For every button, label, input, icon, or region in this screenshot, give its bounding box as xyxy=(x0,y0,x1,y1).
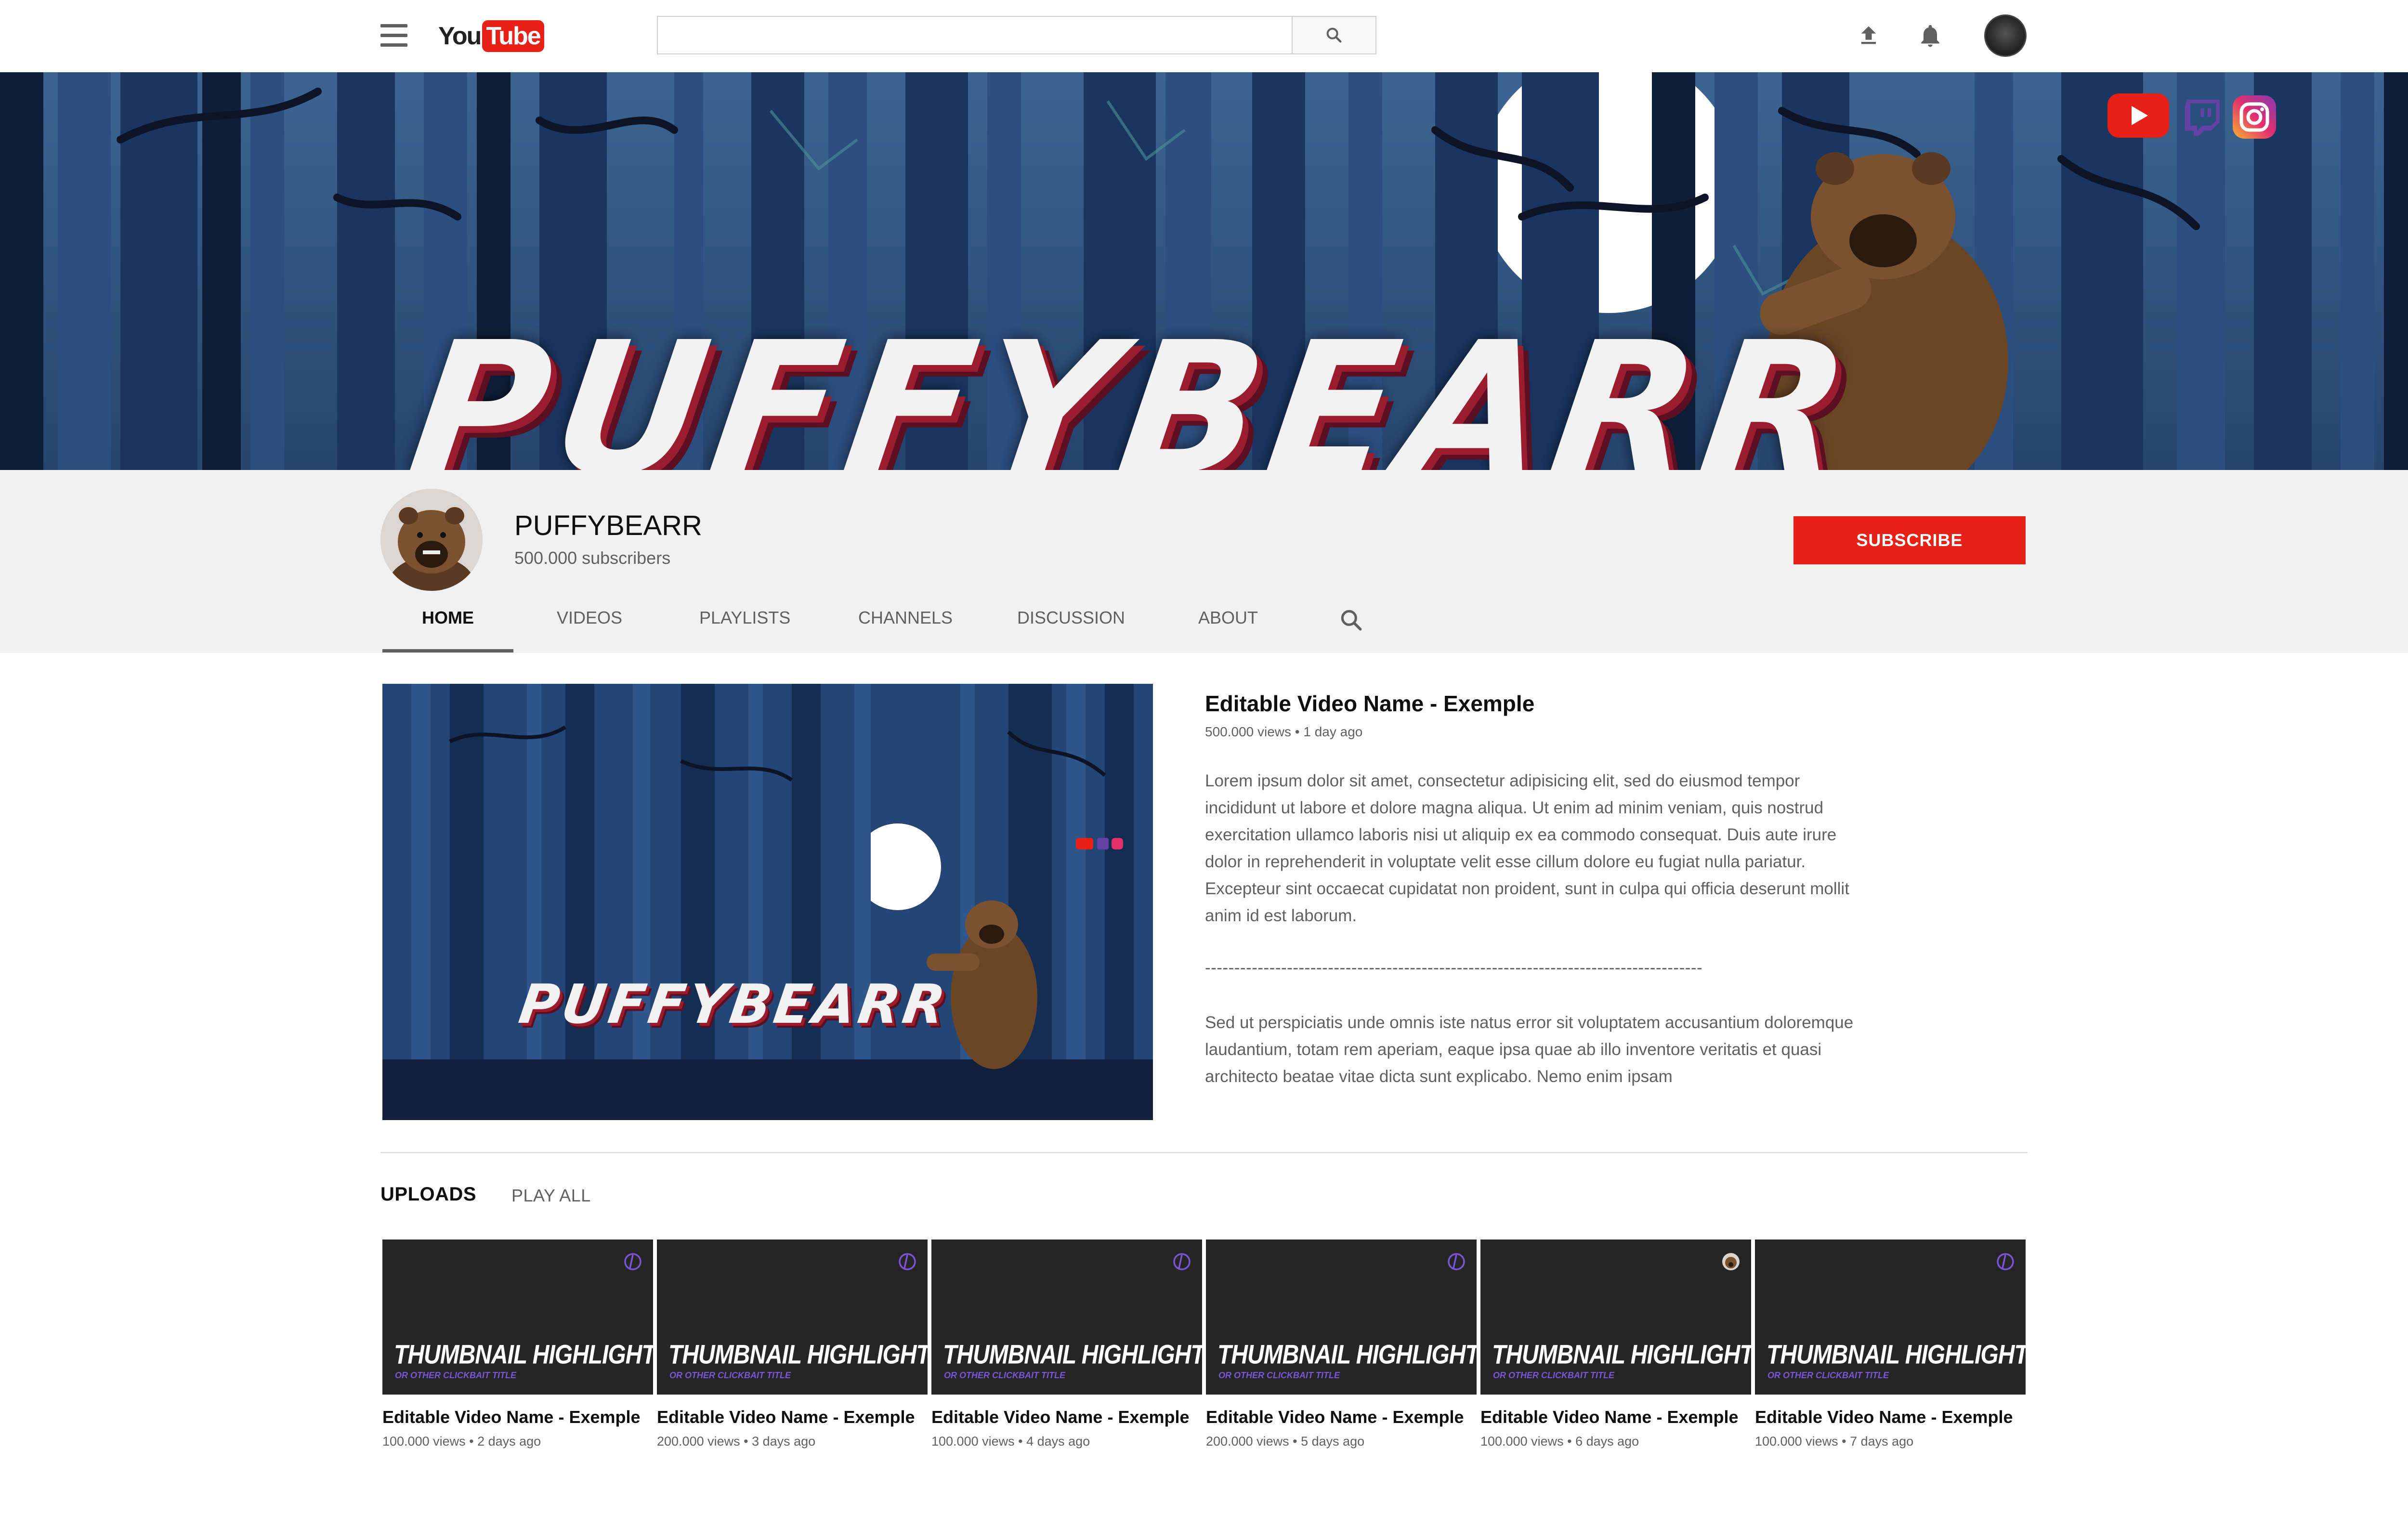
logo-mark-icon xyxy=(1173,1253,1191,1270)
channel-search-button[interactable] xyxy=(1338,607,1365,634)
video-card[interactable]: THUMBNAIL HIGHLIGHT OR OTHER CLICKBAIT T… xyxy=(1206,1240,1477,1449)
description-divider: ----------------------------------------… xyxy=(1205,958,1703,977)
thumbnail-highlight-text: THUMBNAIL HIGHLIGHT xyxy=(668,1340,928,1370)
thumbnail-sub-text: OR OTHER CLICKBAIT TITLE xyxy=(669,1370,791,1380)
featured-forest-art xyxy=(382,684,1153,1120)
video-meta: 100.000 views • 2 days ago xyxy=(382,1434,541,1449)
tab-videos[interactable]: VIDEOS xyxy=(557,608,622,628)
video-title[interactable]: Editable Video Name - Exemple xyxy=(382,1407,653,1427)
video-title[interactable]: Editable Video Name - Exemple xyxy=(931,1407,1202,1427)
video-title[interactable]: Editable Video Name - Exemple xyxy=(1755,1407,2026,1427)
twitch-icon[interactable] xyxy=(2182,96,2223,138)
video-card[interactable]: THUMBNAIL HIGHLIGHT OR OTHER CLICKBAIT T… xyxy=(931,1240,1202,1449)
video-meta: 100.000 views • 7 days ago xyxy=(1755,1434,1914,1449)
play-triangle-icon xyxy=(2132,106,2148,125)
search-input[interactable] xyxy=(657,16,1293,54)
thumbnail-highlight-text: THUMBNAIL HIGHLIGHT xyxy=(1767,1340,2026,1370)
featured-video-thumbnail[interactable]: PUFFYBEARR xyxy=(382,684,1153,1120)
featured-video-title[interactable]: Editable Video Name - Exemple xyxy=(1205,691,1534,717)
thumbnail-sub-text: OR OTHER CLICKBAIT TITLE xyxy=(1493,1370,1614,1380)
logo-you-text: You xyxy=(438,22,482,50)
logo-mark-icon xyxy=(624,1253,641,1270)
channel-name: PUFFYBEARR xyxy=(514,510,702,541)
active-tab-indicator xyxy=(382,649,513,653)
video-card[interactable]: THUMBNAIL HIGHLIGHT OR OTHER CLICKBAIT T… xyxy=(657,1240,928,1449)
video-meta: 100.000 views • 6 days ago xyxy=(1480,1434,1639,1449)
tab-about[interactable]: ABOUT xyxy=(1198,608,1258,628)
tab-discussion[interactable]: DISCUSSION xyxy=(1017,608,1125,628)
youtube-icon[interactable] xyxy=(2107,93,2169,138)
section-divider xyxy=(380,1152,2028,1153)
video-thumbnail[interactable]: THUMBNAIL HIGHLIGHT OR OTHER CLICKBAIT T… xyxy=(1755,1240,2026,1395)
instagram-icon[interactable] xyxy=(2233,95,2276,139)
top-bar: You Tube xyxy=(0,0,2408,73)
thumbnail-highlight-text: THUMBNAIL HIGHLIGHT xyxy=(1217,1340,1477,1370)
upload-button[interactable] xyxy=(1853,20,1884,51)
video-title[interactable]: Editable Video Name - Exemple xyxy=(657,1407,928,1427)
banner-title: PUFFYBEARR xyxy=(399,302,1870,470)
video-meta: 100.000 views • 4 days ago xyxy=(931,1434,1090,1449)
video-thumbnail[interactable]: THUMBNAIL HIGHLIGHT OR OTHER CLICKBAIT T… xyxy=(382,1240,653,1395)
video-card[interactable]: THUMBNAIL HIGHLIGHT OR OTHER CLICKBAIT T… xyxy=(382,1240,653,1449)
tab-home[interactable]: HOME xyxy=(422,608,474,628)
logo-mark-icon xyxy=(1448,1253,1465,1270)
bell-icon xyxy=(1921,25,1939,47)
thumbnail-sub-text: OR OTHER CLICKBAIT TITLE xyxy=(395,1370,516,1380)
search-icon xyxy=(1326,27,1342,43)
featured-video-description: Lorem ipsum dolor sit amet, consectetur … xyxy=(1205,771,1849,925)
search-button[interactable] xyxy=(1293,16,1376,54)
search-icon xyxy=(1341,610,1362,631)
subscriber-count: 500.000 subscribers xyxy=(514,548,671,568)
featured-video-description-2: Sed ut perspiciatis unde omnis iste natu… xyxy=(1205,1013,1854,1086)
uploads-heading: UPLOADS xyxy=(380,1184,477,1205)
video-thumbnail[interactable]: THUMBNAIL HIGHLIGHT OR OTHER CLICKBAIT T… xyxy=(657,1240,928,1395)
thumbnail-highlight-text: THUMBNAIL HIGHLIGHT xyxy=(943,1340,1202,1370)
logo-mark-icon xyxy=(1997,1253,2014,1270)
notifications-button[interactable] xyxy=(1915,20,1946,51)
twitch-glyph-icon xyxy=(2185,100,2220,136)
upload-icon xyxy=(1861,26,1876,44)
youtube-logo[interactable]: You Tube xyxy=(438,20,544,52)
video-meta: 200.000 views • 3 days ago xyxy=(657,1434,816,1449)
video-thumbnail[interactable]: THUMBNAIL HIGHLIGHT OR OTHER CLICKBAIT T… xyxy=(931,1240,1202,1395)
video-card[interactable]: THUMBNAIL HIGHLIGHT OR OTHER CLICKBAIT T… xyxy=(1480,1240,1751,1449)
video-meta: 200.000 views • 5 days ago xyxy=(1206,1434,1365,1449)
video-title[interactable]: Editable Video Name - Exemple xyxy=(1206,1407,1477,1427)
channel-avatar[interactable] xyxy=(380,489,483,591)
logo-tube-text: Tube xyxy=(482,20,544,52)
featured-video-meta: 500.000 views • 1 day ago xyxy=(1205,724,1363,739)
thumbnail-sub-text: OR OTHER CLICKBAIT TITLE xyxy=(1218,1370,1340,1380)
tab-channels[interactable]: CHANNELS xyxy=(858,608,953,628)
thumbnail-highlight-text: THUMBNAIL HIGHLIGHT xyxy=(394,1340,653,1370)
account-avatar[interactable] xyxy=(1984,14,2027,57)
bear-avatar-icon xyxy=(380,489,483,591)
play-all-link[interactable]: PLAY ALL xyxy=(511,1186,591,1206)
featured-thumb-title: PUFFYBEARR xyxy=(515,973,952,1036)
thumbnail-highlight-text: THUMBNAIL HIGHLIGHT xyxy=(1492,1340,1751,1370)
subscribe-button[interactable]: SUBSCRIBE xyxy=(1793,516,2026,564)
tab-playlists[interactable]: PLAYLISTS xyxy=(699,608,790,628)
menu-icon[interactable] xyxy=(380,24,407,47)
video-card[interactable]: THUMBNAIL HIGHLIGHT OR OTHER CLICKBAIT T… xyxy=(1755,1240,2026,1449)
thumbnail-sub-text: OR OTHER CLICKBAIT TITLE xyxy=(944,1370,1065,1380)
video-thumbnail[interactable]: THUMBNAIL HIGHLIGHT OR OTHER CLICKBAIT T… xyxy=(1206,1240,1477,1395)
bear-avatar-icon xyxy=(1722,1253,1740,1270)
channel-banner: PUFFYBEARR xyxy=(0,72,2408,470)
video-thumbnail[interactable]: THUMBNAIL HIGHLIGHT OR OTHER CLICKBAIT T… xyxy=(1480,1240,1751,1395)
thumbnail-sub-text: OR OTHER CLICKBAIT TITLE xyxy=(1767,1370,1889,1380)
logo-mark-icon xyxy=(899,1253,916,1270)
video-title[interactable]: Editable Video Name - Exemple xyxy=(1480,1407,1751,1427)
camera-glyph-icon xyxy=(2239,102,2269,132)
